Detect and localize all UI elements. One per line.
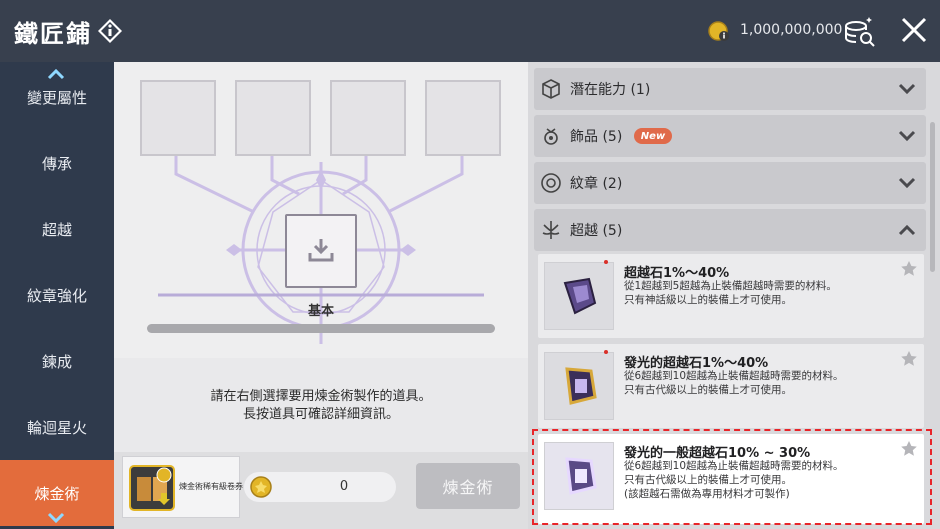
sidebar-item-label: 輪迴星火 bbox=[26, 418, 87, 437]
coin-search-icon[interactable] bbox=[842, 14, 876, 48]
category-label: 飾品 (5) bbox=[570, 129, 623, 145]
instructions-text: 請在右側選擇要用煉金術製作的道具。 長按道具可確認詳細資訊。 bbox=[114, 388, 528, 424]
new-indicator-dot bbox=[604, 350, 608, 354]
item-thumbnail bbox=[544, 352, 614, 420]
star-icon[interactable] bbox=[900, 350, 918, 368]
page-title: 鐵匠鋪 bbox=[14, 20, 92, 48]
category-label: 紋章 (2) bbox=[570, 176, 623, 192]
grade-label: 基本 bbox=[307, 304, 334, 319]
instruction-line: 長按道具可確認詳細資訊。 bbox=[242, 407, 399, 422]
sidebar-item-change-attribute[interactable]: 變更屬性 bbox=[0, 64, 114, 130]
desc-line: 從6超越到10超越為止裝備超越時需要的材料。 bbox=[624, 370, 844, 382]
alchemy-panel: 基本 請在右側選擇要用煉金術製作的道具。 長按道具可確認詳細資訊。 煉金術稀有級… bbox=[114, 62, 528, 529]
output-slot[interactable] bbox=[285, 214, 357, 288]
dice-icon bbox=[542, 79, 560, 99]
crafting-area: 基本 bbox=[114, 62, 528, 358]
chevron-down-icon bbox=[898, 177, 916, 189]
desc-line: (該超越石需做為專用材料才可製作) bbox=[624, 488, 790, 500]
star-icon[interactable] bbox=[900, 440, 918, 458]
material-slot-1[interactable] bbox=[140, 80, 216, 156]
chevron-down-icon[interactable] bbox=[46, 512, 66, 524]
category-accessory[interactable]: 飾品 (5) New bbox=[534, 115, 926, 157]
scrollbar[interactable] bbox=[930, 122, 935, 272]
star-icon[interactable] bbox=[900, 260, 918, 278]
sidebar-item-label: 鍊成 bbox=[41, 352, 72, 371]
chevron-down-icon bbox=[898, 130, 916, 142]
item-description: 從6超越到10超越為止裝備超越時需要的材料。 只有古代級以上的裝備上才可使用。 … bbox=[624, 459, 844, 501]
recipe-item-transcend-stone[interactable]: 超越石1%〜40% 從1超越到5超越為止裝備超越時需要的材料。 只有神話級以上的… bbox=[538, 254, 924, 338]
header-bar: 鐵匠鋪 1,000,000,000 bbox=[0, 0, 940, 62]
material-slot-2[interactable] bbox=[235, 80, 311, 156]
chevron-up-icon bbox=[898, 224, 916, 236]
shining-transcend-stone-icon bbox=[565, 367, 597, 405]
meso-coin-icon bbox=[708, 21, 729, 41]
desc-line: 只有古代級以上的裝備上才可使用。 bbox=[624, 384, 792, 396]
currency-amount: 1,000,000,000 bbox=[740, 22, 843, 38]
close-icon[interactable] bbox=[900, 16, 928, 44]
transcend-icon bbox=[542, 221, 560, 239]
desc-line: 從1超越到5超越為止裝備超越時需要的材料。 bbox=[624, 280, 837, 292]
download-icon bbox=[308, 239, 334, 262]
progress-bar bbox=[147, 324, 495, 333]
category-label: 超越 (5) bbox=[570, 223, 623, 239]
alchemy-button[interactable]: 煉金術 bbox=[416, 463, 520, 509]
transcend-stone-icon bbox=[563, 277, 597, 315]
cost-value: 0 bbox=[339, 479, 349, 494]
material-slot-4[interactable] bbox=[425, 80, 501, 156]
item-thumbnail bbox=[544, 442, 614, 510]
sidebar-item-label: 超越 bbox=[41, 220, 72, 239]
sidebar: 變更屬性 傳承 超越 紋章強化 鍊成 輪迴星火 煉金術 bbox=[0, 62, 114, 529]
bottom-bar: 煉金術稀有級卷券 0 煉金術 bbox=[114, 452, 528, 529]
category-emblem[interactable]: 紋章 (2) bbox=[534, 162, 926, 204]
emblem-icon bbox=[541, 173, 561, 193]
sidebar-item-rebirth-flame[interactable]: 輪迴星火 bbox=[0, 394, 114, 460]
instruction-line: 請在右側選擇要用煉金術製作的道具。 bbox=[210, 389, 432, 404]
sidebar-item-inherit[interactable]: 傳承 bbox=[0, 130, 114, 196]
accessory-icon bbox=[544, 128, 558, 145]
chevron-down-icon bbox=[898, 83, 916, 95]
voucher-book-icon bbox=[129, 465, 175, 511]
sidebar-item-label: 煉金術 bbox=[34, 484, 80, 503]
sidebar-item-label: 紋章強化 bbox=[26, 286, 87, 305]
info-icon[interactable] bbox=[97, 18, 123, 44]
item-description: 從1超越到5超越為止裝備超越時需要的材料。 只有神話級以上的裝備上才可使用。 bbox=[624, 279, 837, 307]
sidebar-item-emblem-enhance[interactable]: 紋章強化 bbox=[0, 262, 114, 328]
category-label: 潛在能力 (1) bbox=[570, 82, 651, 98]
sidebar-item-refine[interactable]: 鍊成 bbox=[0, 328, 114, 394]
desc-line: 只有神話級以上的裝備上才可使用。 bbox=[624, 294, 792, 306]
new-indicator-dot bbox=[604, 260, 608, 264]
voucher-slot[interactable]: 煉金術稀有級卷券 bbox=[122, 456, 243, 518]
item-thumbnail bbox=[544, 262, 614, 330]
voucher-label: 煉金術稀有級卷券 bbox=[179, 482, 243, 491]
sidebar-item-transcend[interactable]: 超越 bbox=[0, 196, 114, 262]
desc-line: 只有古代級以上的裝備上才可使用。 bbox=[624, 474, 792, 486]
material-slot-3[interactable] bbox=[330, 80, 406, 156]
desc-line: 從6超越到10超越為止裝備超越時需要的材料。 bbox=[624, 460, 844, 472]
shining-normal-transcend-stone-icon bbox=[565, 457, 597, 495]
sidebar-item-label: 變更屬性 bbox=[26, 88, 87, 107]
recipe-list-panel: 潛在能力 (1) 飾品 (5) New 紋章 (2) 超越 (5) 超越石1%〜… bbox=[528, 62, 940, 529]
new-badge: New bbox=[634, 128, 672, 144]
recipe-item-shining-normal-transcend-stone[interactable]: 發光的一般超越石10% ~ 30% 從6超越到10超越為止裝備超越時需要的材料。… bbox=[538, 434, 924, 524]
category-potential[interactable]: 潛在能力 (1) bbox=[534, 68, 926, 110]
item-description: 從6超越到10超越為止裝備超越時需要的材料。 只有古代級以上的裝備上才可使用。 bbox=[624, 369, 844, 397]
category-transcend[interactable]: 超越 (5) bbox=[534, 209, 926, 251]
cost-display: 0 bbox=[244, 472, 396, 502]
recipe-item-shining-transcend-stone[interactable]: 發光的超越石1%〜40% 從6超越到10超越為止裝備超越時需要的材料。 只有古代… bbox=[538, 344, 924, 428]
sidebar-item-label: 傳承 bbox=[41, 154, 72, 173]
